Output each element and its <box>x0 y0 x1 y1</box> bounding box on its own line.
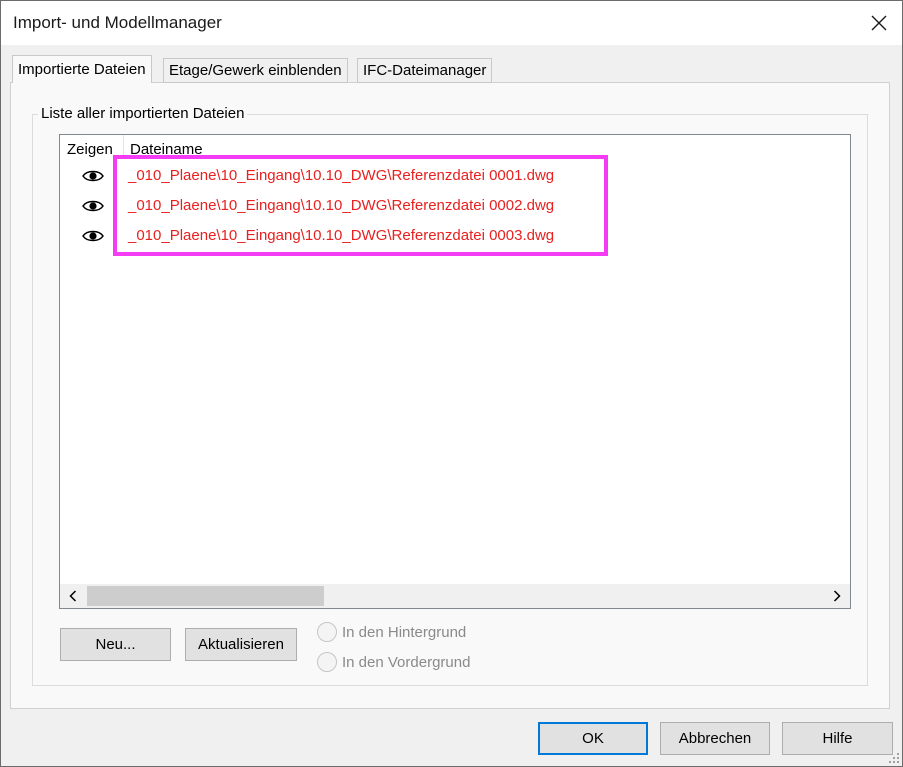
cancel-button[interactable]: Abbrechen <box>660 722 770 755</box>
group-label: Liste aller importierten Dateien <box>38 105 248 122</box>
radio-background-label: In den Hintergrund <box>342 623 467 641</box>
column-separator[interactable] <box>123 135 124 157</box>
list-item[interactable]: _010_Plaene\10_Eingang\10.10_DWG\Referen… <box>60 221 850 251</box>
radio-circle[interactable] <box>317 652 337 672</box>
file-list[interactable]: Zeigen Dateiname _010_Plaene\10_Eingang\… <box>59 134 851 609</box>
chevron-left-icon <box>69 590 77 602</box>
radio-background[interactable]: In den Hintergrund <box>317 622 466 642</box>
radio-foreground[interactable]: In den Vordergrund <box>317 652 470 672</box>
horizontal-scrollbar[interactable] <box>60 584 850 608</box>
tab-ifc-dateimanager[interactable]: IFC-Dateimanager <box>357 58 493 83</box>
window-title: Import- und Modellmanager <box>13 13 222 32</box>
tab-importierte-dateien[interactable]: Importierte Dateien <box>12 55 152 83</box>
radio-foreground-label: In den Vordergrund <box>342 653 471 671</box>
tab-etage-gewerk[interactable]: Etage/Gewerk einblenden <box>163 58 348 83</box>
scrollbar-thumb[interactable] <box>87 586 324 606</box>
file-name[interactable]: _010_Plaene\10_Eingang\10.10_DWG\Referen… <box>128 197 554 214</box>
title-bar[interactable]: Import- und Modellmanager <box>1 1 902 45</box>
radio-circle[interactable] <box>317 622 337 642</box>
chevron-right-icon <box>833 590 841 602</box>
close-icon <box>871 15 887 31</box>
file-name[interactable]: _010_Plaene\10_Eingang\10.10_DWG\Referen… <box>128 167 554 184</box>
scroll-left-button[interactable] <box>60 584 86 608</box>
column-header-zeigen[interactable]: Zeigen <box>67 141 113 158</box>
file-name[interactable]: _010_Plaene\10_Eingang\10.10_DWG\Referen… <box>128 227 554 244</box>
list-item[interactable]: _010_Plaene\10_Eingang\10.10_DWG\Referen… <box>60 191 850 221</box>
eye-icon[interactable] <box>82 229 104 243</box>
new-button[interactable]: Neu... <box>60 628 171 661</box>
ok-button[interactable]: OK <box>538 722 648 755</box>
help-button[interactable]: Hilfe <box>782 722 893 755</box>
column-header-dateiname[interactable]: Dateiname <box>130 141 203 158</box>
refresh-button[interactable]: Aktualisieren <box>185 628 297 661</box>
list-item[interactable]: _010_Plaene\10_Eingang\10.10_DWG\Referen… <box>60 161 850 191</box>
close-button[interactable] <box>856 1 902 45</box>
scroll-right-button[interactable] <box>824 584 850 608</box>
resize-grip-icon[interactable] <box>888 752 900 764</box>
eye-icon[interactable] <box>82 199 104 213</box>
eye-icon[interactable] <box>82 169 104 183</box>
